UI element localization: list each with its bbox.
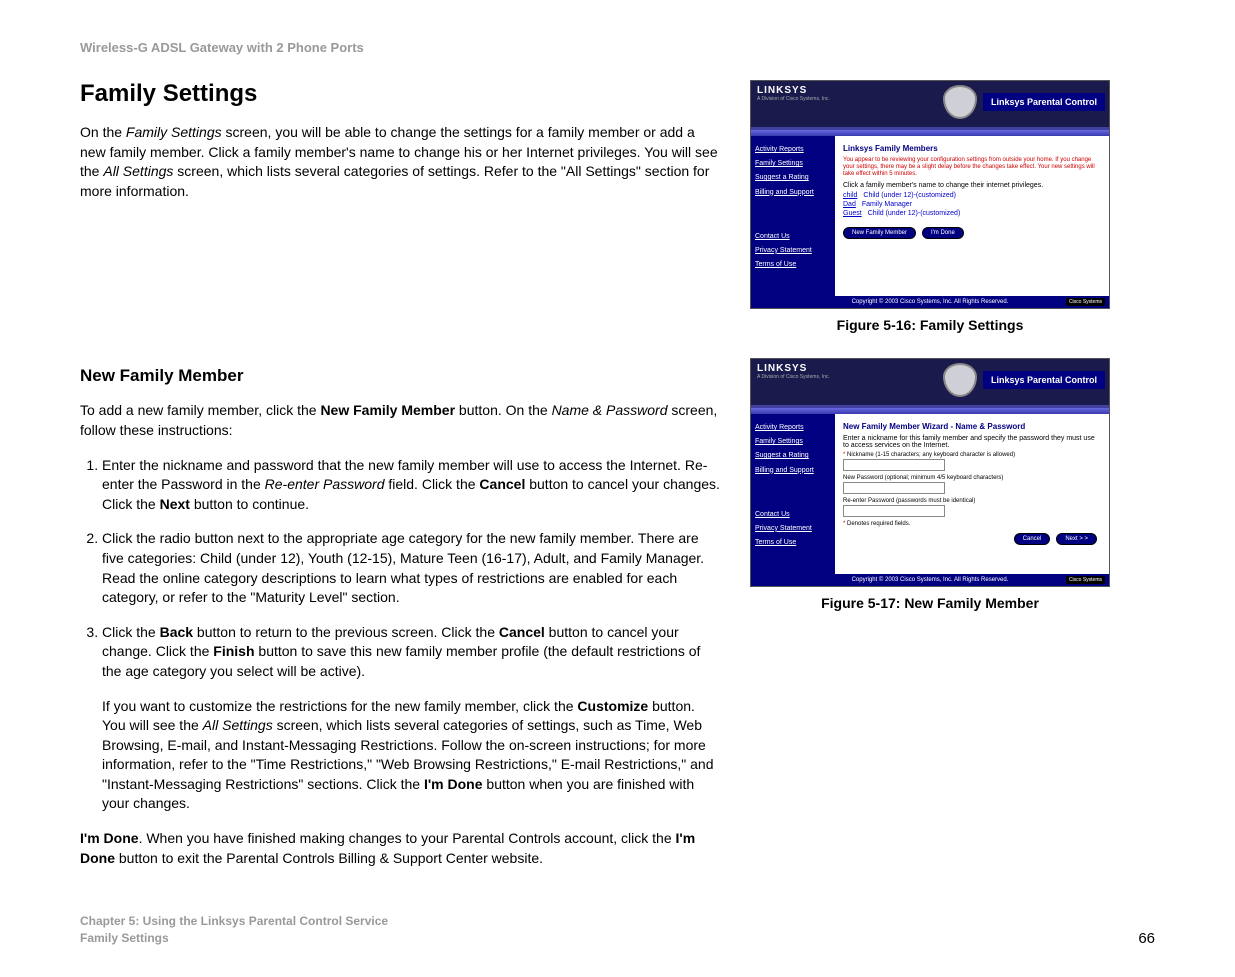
side-link-contact[interactable]: Contact Us bbox=[755, 509, 831, 520]
panel-title: New Family Member Wizard - Name & Passwo… bbox=[843, 422, 1101, 431]
cancel-button[interactable]: Cancel bbox=[1014, 533, 1051, 545]
figure-5-16-caption: Figure 5-16: Family Settings bbox=[750, 317, 1110, 333]
page-title: Family Settings bbox=[80, 80, 720, 108]
product-header: Wireless-G ADSL Gateway with 2 Phone Por… bbox=[80, 40, 1155, 55]
password-label: New Password (optional; minimum 4/5 keyb… bbox=[843, 475, 1101, 481]
shield-icon bbox=[943, 85, 977, 119]
steps-list: Enter the nickname and password that the… bbox=[80, 456, 720, 815]
nickname-label: Nickname (1-15 characters; any keyboard … bbox=[847, 452, 1015, 458]
im-done-button[interactable]: I'm Done bbox=[922, 227, 964, 239]
side-link-family[interactable]: Family Settings bbox=[755, 436, 831, 447]
main-content: Family Settings On the Family Settings s… bbox=[80, 80, 1155, 883]
page-footer: Chapter 5: Using the Linksys Parental Co… bbox=[80, 913, 1155, 947]
side-link-activity[interactable]: Activity Reports bbox=[755, 144, 831, 155]
member-link[interactable]: Guest bbox=[843, 210, 862, 217]
badge-text: Linksys Parental Control bbox=[983, 371, 1105, 389]
footer-bar: Copyright © 2003 Cisco Systems, Inc. All… bbox=[751, 296, 1109, 308]
sidebar: Activity Reports Family Settings Suggest… bbox=[751, 136, 835, 296]
cisco-logo: Cisco Systems bbox=[1066, 576, 1105, 584]
cisco-logo: Cisco Systems bbox=[1066, 298, 1105, 306]
member-row: childChild (under 12)-(customized) bbox=[843, 192, 1101, 199]
im-done-paragraph: I'm Done. When you have finished making … bbox=[80, 829, 720, 868]
badge-text: Linksys Parental Control bbox=[983, 93, 1105, 111]
required-note: Denotes required fields. bbox=[847, 521, 910, 527]
member-link[interactable]: Dad bbox=[843, 201, 856, 208]
side-link-suggest[interactable]: Suggest a Rating bbox=[755, 450, 831, 461]
step-3: Click the Back button to return to the p… bbox=[102, 623, 720, 814]
panel-title: Linksys Family Members bbox=[843, 144, 1101, 153]
panel-main: New Family Member Wizard - Name & Passwo… bbox=[835, 414, 1109, 574]
side-link-privacy[interactable]: Privacy Statement bbox=[755, 245, 831, 256]
intro-paragraph: On the Family Settings screen, you will … bbox=[80, 123, 720, 201]
figure-5-17-caption: Figure 5-17: New Family Member bbox=[750, 595, 1110, 611]
new-family-member-button[interactable]: New Family Member bbox=[843, 227, 916, 239]
text-column: Family Settings On the Family Settings s… bbox=[80, 80, 720, 883]
warning-text: You appear to be reviewing your configur… bbox=[843, 157, 1101, 179]
next-button[interactable]: Next > > bbox=[1056, 533, 1097, 545]
panel-main: Linksys Family Members You appear to be … bbox=[835, 136, 1109, 296]
step-2: Click the radio button next to the appro… bbox=[102, 529, 720, 607]
sub-heading: New Family Member bbox=[80, 366, 720, 386]
reenter-label: Re-enter Password (passwords must be ide… bbox=[843, 498, 1101, 504]
member-row: DadFamily Manager bbox=[843, 201, 1101, 208]
shield-icon bbox=[943, 363, 977, 397]
footer-bar: Copyright © 2003 Cisco Systems, Inc. All… bbox=[751, 574, 1109, 586]
figure-5-16-screenshot: LINKSYS A Division of Cisco Systems, Inc… bbox=[750, 80, 1110, 309]
member-row: GuestChild (under 12)-(customized) bbox=[843, 210, 1101, 217]
side-link-activity[interactable]: Activity Reports bbox=[755, 422, 831, 433]
side-link-billing[interactable]: Billing and Support bbox=[755, 187, 831, 198]
figure-column: LINKSYS A Division of Cisco Systems, Inc… bbox=[750, 80, 1110, 883]
side-link-suggest[interactable]: Suggest a Rating bbox=[755, 172, 831, 183]
side-link-billing[interactable]: Billing and Support bbox=[755, 465, 831, 476]
side-link-terms[interactable]: Terms of Use bbox=[755, 537, 831, 548]
footer-chapter: Chapter 5: Using the Linksys Parental Co… bbox=[80, 913, 388, 930]
footer-section: Family Settings bbox=[80, 930, 388, 947]
side-link-family[interactable]: Family Settings bbox=[755, 158, 831, 169]
nickname-input[interactable] bbox=[843, 459, 945, 471]
sub-intro: To add a new family member, click the Ne… bbox=[80, 401, 720, 440]
side-link-privacy[interactable]: Privacy Statement bbox=[755, 523, 831, 534]
page-number: 66 bbox=[1138, 930, 1155, 947]
password-input[interactable] bbox=[843, 482, 945, 494]
step-1: Enter the nickname and password that the… bbox=[102, 456, 720, 515]
instruction-text: Enter a nickname for this family member … bbox=[843, 435, 1101, 449]
reenter-input[interactable] bbox=[843, 505, 945, 517]
member-link[interactable]: child bbox=[843, 192, 857, 199]
figure-5-17-screenshot: LINKSYS A Division of Cisco Systems, Inc… bbox=[750, 358, 1110, 587]
side-link-contact[interactable]: Contact Us bbox=[755, 231, 831, 242]
sidebar: Activity Reports Family Settings Suggest… bbox=[751, 414, 835, 574]
instruction-text: Click a family member's name to change t… bbox=[843, 182, 1101, 189]
side-link-terms[interactable]: Terms of Use bbox=[755, 259, 831, 270]
